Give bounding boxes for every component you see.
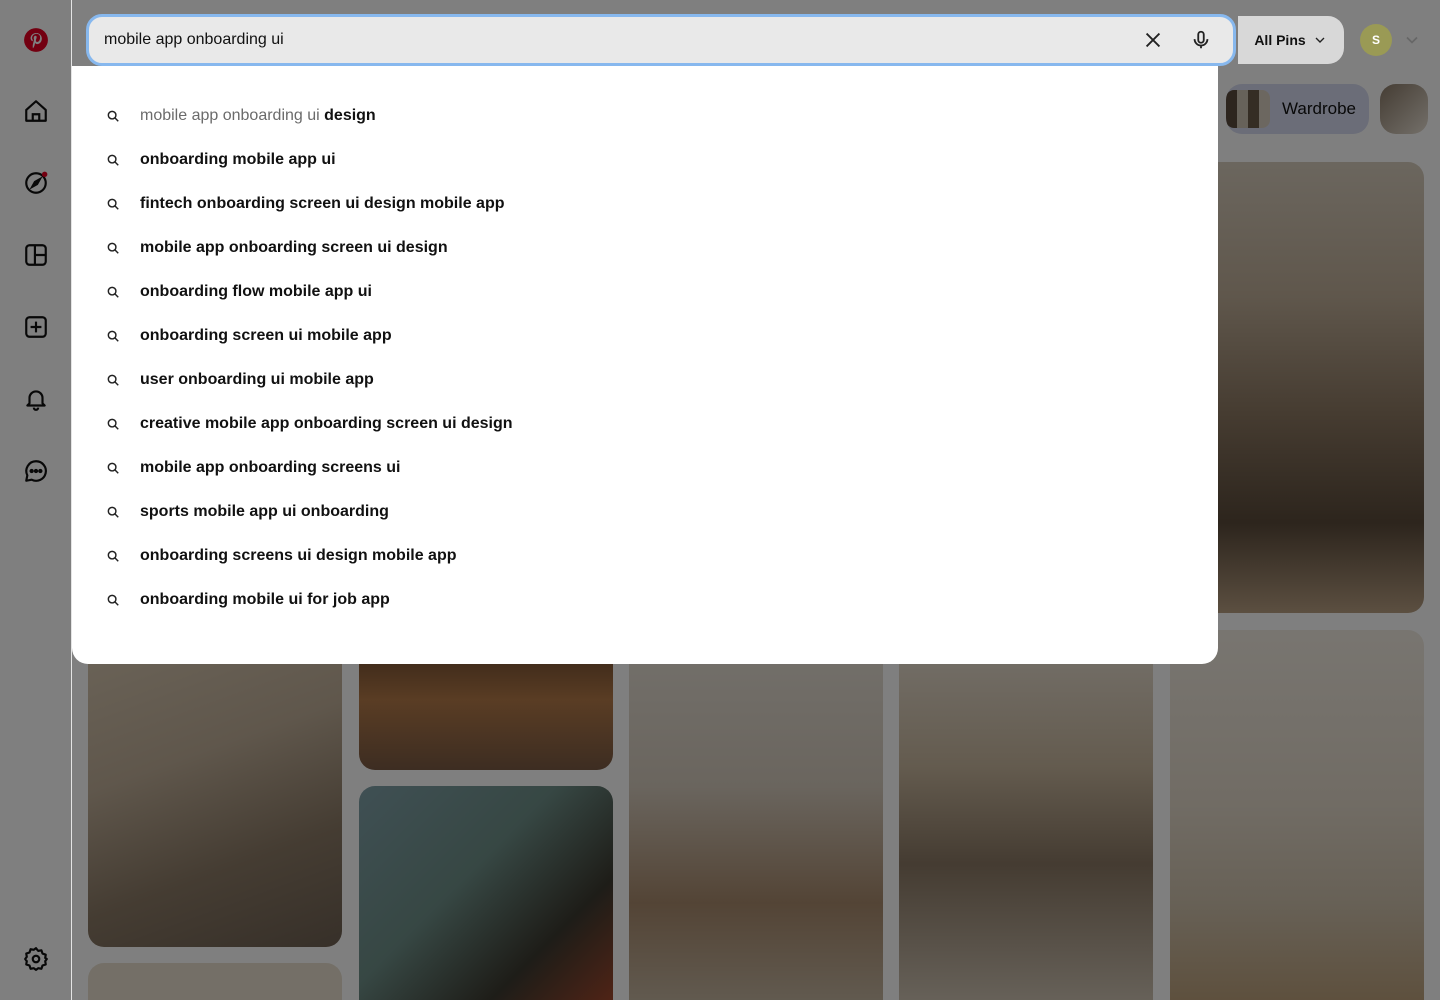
suggestion-label: sports mobile app ui onboarding — [140, 503, 389, 520]
suggestion-label: onboarding flow mobile app ui — [140, 283, 372, 300]
suggestion-item[interactable]: onboarding screens ui design mobile app — [72, 534, 1218, 578]
search-icon — [107, 242, 119, 254]
search-icon — [107, 462, 119, 474]
filter-label: All Pins — [1254, 32, 1306, 48]
suggestion-label: onboarding screens ui design mobile app — [140, 547, 457, 564]
microphone-icon — [1193, 30, 1209, 49]
search-bar[interactable] — [86, 14, 1236, 66]
suggestion-item[interactable]: fintech onboarding screen ui design mobi… — [72, 182, 1218, 226]
search-input[interactable] — [104, 31, 1123, 49]
voice-search-button[interactable] — [1183, 22, 1219, 58]
suggestion-label: mobile app onboarding ui design — [140, 107, 376, 125]
suggestion-item[interactable]: user onboarding ui mobile app — [72, 358, 1218, 402]
search-icon — [107, 594, 119, 606]
suggestion-prefix: mobile app onboarding ui — [140, 107, 320, 124]
suggestion-item[interactable]: mobile app onboarding screen ui design — [72, 226, 1218, 270]
suggestion-label: onboarding mobile ui for job app — [140, 591, 390, 608]
clear-search-button[interactable] — [1135, 22, 1171, 58]
search-icon — [107, 418, 119, 430]
search-icon — [107, 154, 119, 166]
suggestion-item[interactable]: onboarding mobile app ui — [72, 138, 1218, 182]
suggestion-item[interactable]: mobile app onboarding ui design — [72, 94, 1218, 138]
suggestion-item[interactable]: onboarding screen ui mobile app — [72, 314, 1218, 358]
search-suggestions-dropdown: mobile app onboarding ui design onboardi… — [72, 66, 1218, 664]
suggestion-item[interactable]: onboarding mobile ui for job app — [72, 578, 1218, 622]
search-icon — [107, 198, 119, 210]
suggestion-label: mobile app onboarding screens ui — [140, 459, 401, 476]
suggestion-label: onboarding mobile app ui — [140, 151, 336, 168]
close-icon — [1145, 32, 1161, 48]
search-icon — [107, 550, 119, 562]
search-icon — [107, 506, 119, 518]
avatar[interactable]: S — [1360, 24, 1392, 56]
sidebar — [0, 0, 72, 1000]
search-icon — [107, 330, 119, 342]
suggestion-label: mobile app onboarding screen ui design — [140, 239, 448, 256]
chevron-down-icon — [1315, 37, 1325, 43]
suggestion-item[interactable]: onboarding flow mobile app ui — [72, 270, 1218, 314]
account-chevron-down-icon[interactable] — [1402, 30, 1422, 50]
suggestion-label: creative mobile app onboarding screen ui… — [140, 415, 513, 432]
suggestion-completion: design — [324, 107, 376, 124]
suggestion-label: onboarding screen ui mobile app — [140, 327, 392, 344]
search-icon — [107, 374, 119, 386]
suggestion-item[interactable]: sports mobile app ui onboarding — [72, 490, 1218, 534]
suggestion-label: user onboarding ui mobile app — [140, 371, 374, 388]
search-icon — [107, 110, 119, 122]
search-icon — [107, 286, 119, 298]
search-filter-dropdown[interactable]: All Pins — [1238, 16, 1344, 64]
avatar-initial: S — [1371, 33, 1380, 47]
suggestion-label: fintech onboarding screen ui design mobi… — [140, 195, 505, 212]
sidebar-overlay — [0, 0, 71, 1000]
suggestion-list: onboarding mobile app ui fintech onboardi… — [72, 138, 1218, 622]
suggestion-item[interactable]: mobile app onboarding screens ui — [72, 446, 1218, 490]
suggestion-item[interactable]: creative mobile app onboarding screen ui… — [72, 402, 1218, 446]
